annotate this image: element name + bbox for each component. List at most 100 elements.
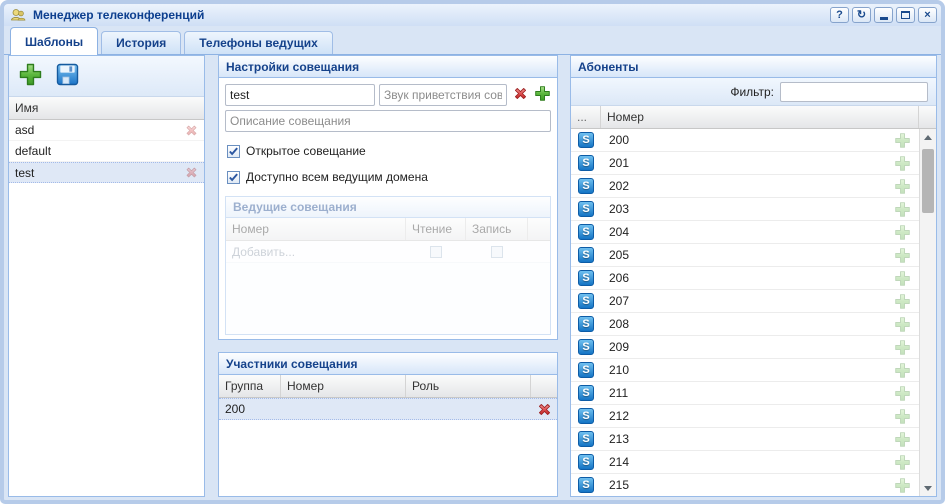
add-subscriber-icon[interactable] bbox=[889, 247, 915, 264]
sip-phone-icon: S bbox=[578, 408, 594, 424]
add-subscriber-icon[interactable] bbox=[889, 316, 915, 333]
filter-label: Фильтр: bbox=[730, 85, 774, 99]
splitter-right[interactable] bbox=[558, 55, 570, 497]
add-sound-button[interactable] bbox=[533, 85, 551, 105]
participant-row[interactable]: 200 bbox=[219, 398, 557, 420]
add-subscriber-icon[interactable] bbox=[889, 270, 915, 287]
scroll-up-button[interactable] bbox=[920, 129, 936, 145]
subscriber-row[interactable]: S 211 bbox=[571, 382, 919, 405]
template-row[interactable]: test bbox=[9, 162, 204, 183]
app-window: Менеджер телеконференций ? ↻ × Шаблоны И… bbox=[0, 0, 945, 504]
subscriber-row[interactable]: S 202 bbox=[571, 175, 919, 198]
clear-sound-button[interactable] bbox=[511, 85, 529, 105]
delete-template-icon[interactable] bbox=[184, 165, 199, 180]
checkbox-row[interactable]: Открытое совещание bbox=[225, 144, 551, 158]
add-subscriber-icon[interactable] bbox=[889, 132, 915, 149]
add-subscriber-icon[interactable] bbox=[889, 431, 915, 448]
delete-template-icon[interactable] bbox=[184, 123, 199, 138]
checkbox-checked-icon[interactable] bbox=[227, 171, 240, 184]
sip-phone-icon: S bbox=[578, 178, 594, 194]
checkbox-checked-icon[interactable] bbox=[227, 145, 240, 158]
tab[interactable]: Шаблоны bbox=[10, 27, 98, 55]
subscriber-number: 213 bbox=[601, 432, 889, 446]
role-column-header[interactable]: Роль bbox=[406, 375, 531, 397]
add-subscriber-icon[interactable] bbox=[889, 201, 915, 218]
subscriber-row[interactable]: S 212 bbox=[571, 405, 919, 428]
delete-participant-icon[interactable] bbox=[531, 401, 557, 418]
name-column-header[interactable]: Имя bbox=[9, 97, 204, 119]
add-subscriber-icon[interactable] bbox=[889, 293, 915, 310]
add-subscriber-icon[interactable] bbox=[889, 454, 915, 471]
subscriber-row[interactable]: S 204 bbox=[571, 221, 919, 244]
subscriber-row[interactable]: S 213 bbox=[571, 428, 919, 451]
middle-column: Настройки совещания bbox=[218, 55, 558, 497]
checkbox-label: Доступно всем ведущим домена bbox=[246, 170, 428, 184]
add-subscriber-icon[interactable] bbox=[889, 385, 915, 402]
subscriber-row[interactable]: S 215 bbox=[571, 474, 919, 496]
save-template-button[interactable] bbox=[53, 62, 81, 90]
add-subscriber-icon[interactable] bbox=[889, 339, 915, 356]
subscriber-row[interactable]: S 208 bbox=[571, 313, 919, 336]
maximize-button[interactable] bbox=[896, 7, 915, 23]
close-button[interactable]: × bbox=[918, 7, 937, 23]
templates-list: asd default test bbox=[9, 120, 204, 496]
add-subscriber-icon[interactable] bbox=[889, 408, 915, 425]
add-subscriber-icon[interactable] bbox=[889, 155, 915, 172]
subscriber-number: 205 bbox=[601, 248, 889, 262]
subscriber-row[interactable]: S 209 bbox=[571, 336, 919, 359]
template-row[interactable]: asd bbox=[9, 120, 204, 141]
window-title: Менеджер телеконференций bbox=[33, 8, 204, 22]
subscriber-row[interactable]: S 201 bbox=[571, 152, 919, 175]
subscriber-number: 200 bbox=[601, 133, 889, 147]
subscribers-panel-title: Абоненты bbox=[571, 56, 936, 78]
tab-label: История bbox=[116, 36, 166, 50]
subscriber-number: 204 bbox=[601, 225, 889, 239]
leaders-grid-header: Номер Чтение Запись bbox=[226, 218, 550, 241]
subscriber-row[interactable]: S 203 bbox=[571, 198, 919, 221]
participants-panel: Участники совещания Группа Номер Роль 20… bbox=[218, 352, 558, 497]
help-button[interactable]: ? bbox=[830, 7, 849, 23]
scroll-down-button[interactable] bbox=[920, 480, 936, 496]
settings-checkboxes: Открытое совещание Доступно всем ведущим… bbox=[225, 144, 551, 184]
checkbox-row[interactable]: Доступно всем ведущим домена bbox=[225, 170, 551, 184]
window-controls: ? ↻ × bbox=[830, 7, 937, 23]
sip-phone-icon: S bbox=[578, 155, 594, 171]
number-column-header[interactable]: Номер bbox=[281, 375, 406, 397]
refresh-button[interactable]: ↻ bbox=[852, 7, 871, 23]
sip-phone-icon: S bbox=[578, 132, 594, 148]
leaders-read-header: Чтение bbox=[406, 218, 466, 240]
greeting-sound-input[interactable] bbox=[379, 84, 507, 106]
add-subscriber-icon[interactable] bbox=[889, 362, 915, 379]
subscriber-number: 211 bbox=[601, 386, 889, 400]
titlebar: Менеджер телеконференций ? ↻ × bbox=[4, 4, 941, 26]
template-row[interactable]: default bbox=[9, 141, 204, 162]
add-subscriber-icon[interactable] bbox=[889, 477, 915, 494]
vertical-scrollbar[interactable] bbox=[919, 129, 936, 496]
add-template-button[interactable] bbox=[16, 62, 44, 90]
subscriber-row[interactable]: S 206 bbox=[571, 267, 919, 290]
leaders-empty-area bbox=[226, 263, 550, 334]
tab[interactable]: История bbox=[101, 31, 181, 54]
subscriber-row[interactable]: S 205 bbox=[571, 244, 919, 267]
number-column-header[interactable]: Номер bbox=[601, 106, 919, 128]
name-sound-row bbox=[225, 84, 551, 106]
add-subscriber-icon[interactable] bbox=[889, 224, 915, 241]
leaders-stub-header bbox=[528, 218, 550, 240]
group-column-header[interactable]: Группа bbox=[219, 375, 281, 397]
minimize-button[interactable] bbox=[874, 7, 893, 23]
subscriber-row[interactable]: S 207 bbox=[571, 290, 919, 313]
splitter-left[interactable] bbox=[205, 55, 218, 497]
add-subscriber-icon[interactable] bbox=[889, 178, 915, 195]
subscriber-number: 207 bbox=[601, 294, 889, 308]
filter-input[interactable] bbox=[780, 82, 928, 102]
subscriber-row[interactable]: S 210 bbox=[571, 359, 919, 382]
meeting-name-input[interactable] bbox=[225, 84, 375, 106]
participants-panel-title: Участники совещания bbox=[219, 353, 557, 375]
scrollbar-thumb[interactable] bbox=[922, 149, 934, 213]
subscriber-row[interactable]: S 214 bbox=[571, 451, 919, 474]
type-column-header[interactable]: ... bbox=[571, 106, 601, 128]
participant-group: 200 bbox=[219, 402, 281, 416]
subscriber-row[interactable]: S 200 bbox=[571, 129, 919, 152]
tab[interactable]: Телефоны ведущих bbox=[184, 31, 333, 54]
meeting-description-input[interactable] bbox=[225, 110, 551, 132]
